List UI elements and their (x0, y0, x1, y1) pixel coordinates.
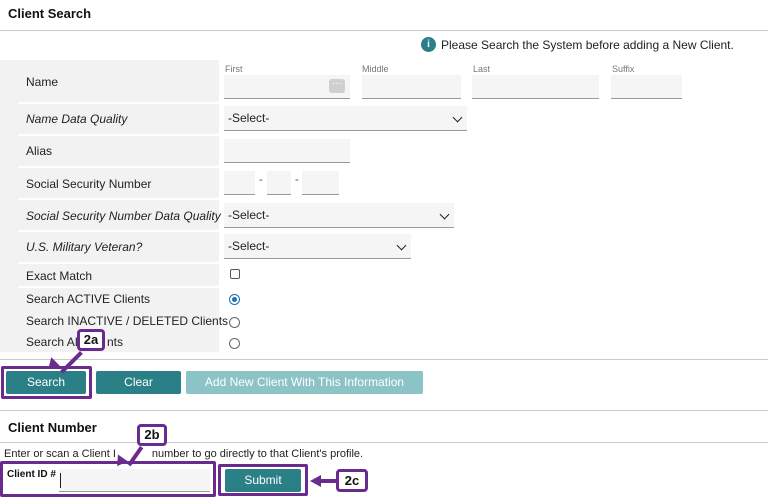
search-notice: Please Search the System before adding a… (441, 38, 734, 52)
callout-2c: 2c (336, 469, 368, 492)
divider (0, 442, 768, 443)
first-name-input[interactable]: ··· (224, 75, 350, 99)
name-data-quality-label: Name Data Quality (26, 112, 128, 126)
alias-label: Alias (26, 144, 53, 158)
suffix-input[interactable] (611, 75, 682, 99)
instructions-text: number to go directly to that Client's p… (148, 448, 364, 460)
divider (0, 359, 768, 360)
last-name-label: Last (473, 64, 491, 74)
name-label: Name (26, 75, 59, 89)
veteran-value: -Select- (228, 239, 270, 253)
suffix-label: Suffix (612, 64, 635, 74)
last-name-input[interactable] (472, 75, 599, 99)
exact-match-label: Exact Match (26, 269, 93, 283)
client-search-title: Client Search (8, 6, 92, 21)
search-inactive-radio[interactable] (229, 317, 240, 328)
search-inactive-label: Search INACTIVE / DELETED Clients (26, 314, 229, 328)
search-all-label-tail: nts (107, 335, 124, 349)
middle-name-label: Middle (362, 64, 389, 74)
search-button-highlight (1, 366, 92, 399)
ssn-label: Social Security Number (26, 177, 152, 191)
ssn-data-quality-value: -Select- (228, 208, 270, 222)
instructions-text: Enter or scan a Client (4, 448, 113, 460)
search-all-radio[interactable] (229, 338, 240, 349)
client-number-instructions: Enter or scan a Client I number to go di… (4, 448, 363, 460)
add-new-client-button: Add New Client With This Information (186, 371, 423, 394)
callout-2a: 2a (77, 329, 105, 351)
arrow-head-icon (310, 475, 321, 487)
alias-input[interactable] (224, 139, 350, 163)
ssn-data-quality-label: Social Security Number Data Quality (26, 209, 221, 223)
search-all-label: Search AL (26, 335, 82, 349)
divider (0, 410, 768, 411)
callout-2b: 2b (137, 424, 167, 446)
veteran-label: U.S. Military Veteran? (26, 240, 143, 254)
ssn-part1-input[interactable] (224, 171, 255, 195)
divider (0, 30, 768, 31)
search-active-radio[interactable] (229, 294, 240, 305)
chevron-down-icon (439, 209, 450, 220)
clear-button[interactable]: Clear (96, 371, 181, 394)
info-icon: i (421, 37, 436, 52)
client-number-title: Client Number (8, 420, 97, 435)
first-name-label: First (225, 64, 243, 74)
veteran-select[interactable]: -Select- (224, 234, 411, 259)
ssn-separator: - (259, 174, 263, 186)
ssn-part2-input[interactable] (267, 171, 291, 195)
name-data-quality-select[interactable]: -Select- (224, 106, 467, 131)
search-active-label: Search ACTIVE Clients (26, 292, 151, 306)
form-left-strip (0, 60, 19, 352)
chevron-down-icon (452, 112, 463, 123)
more-options-icon[interactable]: ··· (329, 79, 345, 93)
ssn-data-quality-select[interactable]: -Select- (224, 203, 454, 228)
ssn-part3-input[interactable] (302, 171, 339, 195)
chevron-down-icon (396, 240, 407, 251)
client-id-highlight (0, 461, 216, 497)
exact-match-checkbox[interactable] (230, 269, 240, 279)
ssn-separator: - (295, 174, 299, 186)
name-data-quality-value: -Select- (228, 111, 270, 125)
submit-highlight (218, 464, 308, 496)
callout-2c-arrow (320, 479, 336, 483)
middle-name-input[interactable] (362, 75, 461, 99)
